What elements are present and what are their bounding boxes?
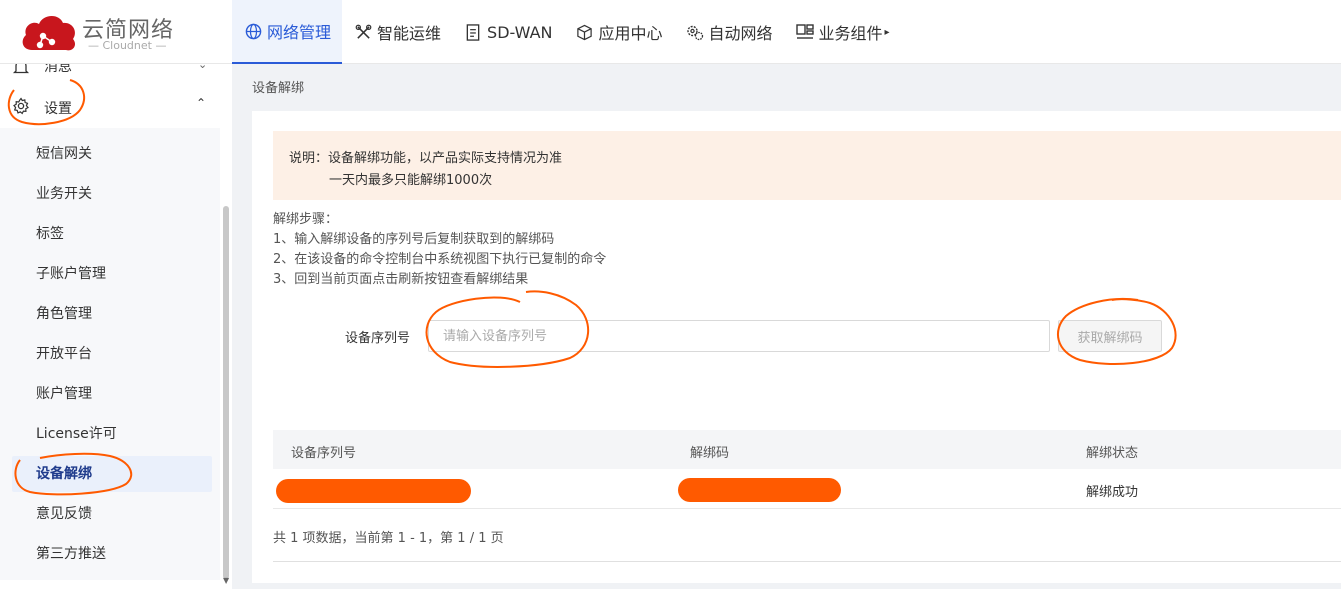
- cube-icon: [575, 22, 595, 42]
- top-nav: 网络管理 智能运维 SD-WAN 应用中心 自动网络 业务组件 ▸: [232, 0, 901, 64]
- step-3: 3、回到当前页面点击刷新按钮查看解绑结果: [273, 272, 529, 287]
- nav-smart-ops[interactable]: 智能运维: [342, 0, 452, 64]
- brand-subtitle: — Cloudnet —: [88, 39, 167, 52]
- serial-label: 设备序列号: [345, 331, 411, 346]
- notice-banner: 说明：设备解绑功能，以产品实际支持情况为准 一天内最多只能解绑1000次: [273, 131, 1341, 200]
- sidebar-item-third-party-push[interactable]: 第三方推送: [12, 536, 212, 572]
- unbind-steps: 解绑步骤： 1、输入解绑设备的序列号后复制获取到的解绑码 2、在该设备的命令控制…: [273, 210, 606, 290]
- scroll-down-arrow-icon[interactable]: ▼: [223, 576, 229, 585]
- sidebar-item-tags[interactable]: 标签: [12, 216, 212, 252]
- sidebar-group-settings[interactable]: 设置 ⌃: [0, 86, 220, 126]
- nav-label: 网络管理: [267, 23, 332, 42]
- top-header: 云简网络 — Cloudnet — 网络管理 智能运维 SD-WAN 应用中心 …: [0, 0, 1341, 64]
- sidebar-group-messages[interactable]: 消息 ⌄: [0, 64, 220, 82]
- nav-label: 业务组件: [818, 24, 883, 43]
- divider: [273, 561, 1341, 562]
- gears-icon: [685, 22, 705, 42]
- get-unbind-code-button[interactable]: 获取解绑码: [1058, 320, 1162, 352]
- breadcrumb: 设备解绑: [252, 81, 305, 96]
- sidebar-item-feedback[interactable]: 意见反馈: [12, 496, 212, 532]
- chevron-down-icon: ⌄: [198, 64, 208, 71]
- table-row: 解绑成功: [273, 469, 1341, 509]
- pagination-info: 共 1 项数据，当前第 1 - 1，第 1 / 1 页: [273, 531, 504, 546]
- sidebar-item-open-platform[interactable]: 开放平台: [12, 336, 212, 372]
- nav-business-components[interactable]: 业务组件 ▸: [784, 0, 901, 64]
- tools-icon: [353, 22, 373, 42]
- nav-auto-network[interactable]: 自动网络: [674, 0, 784, 64]
- sidebar-scrollbar[interactable]: [223, 206, 229, 579]
- document-icon: [463, 22, 483, 42]
- sidebar: 消息 ⌄ 设置 ⌃ 短信网关 业务开关 标签 子账户管理 角色管理 开放平台 账…: [0, 64, 232, 589]
- column-header-status: 解绑状态: [1086, 446, 1139, 461]
- nav-label: SD-WAN: [487, 22, 553, 42]
- sidebar-item-device-unbind[interactable]: 设备解绑: [12, 456, 212, 492]
- sidebar-item-license[interactable]: License许可: [12, 416, 212, 452]
- table-header: 设备序列号 解绑码 解绑状态: [273, 430, 1341, 469]
- globe-icon: [243, 21, 263, 41]
- settings-submenu: 短信网关 业务开关 标签 子账户管理 角色管理 开放平台 账户管理 Licens…: [0, 128, 220, 580]
- components-icon: [795, 22, 815, 42]
- serial-number-input[interactable]: [428, 320, 1050, 352]
- nav-label: 智能运维: [377, 24, 442, 43]
- column-header-code: 解绑码: [690, 446, 730, 461]
- sidebar-item-business-switch[interactable]: 业务开关: [12, 176, 212, 212]
- column-header-serial: 设备序列号: [291, 446, 357, 461]
- step-1: 1、输入解绑设备的序列号后复制获取到的解绑码: [273, 232, 555, 247]
- redacted-code: [678, 478, 841, 502]
- sidebar-item-sms-gateway[interactable]: 短信网关: [12, 136, 212, 172]
- gear-icon: [12, 97, 30, 119]
- nav-sd-wan[interactable]: SD-WAN: [452, 0, 563, 64]
- step-2: 2、在该设备的命令控制台中系统视图下执行已复制的命令: [273, 252, 607, 267]
- notice-line-2: 一天内最多只能解绑1000次: [329, 173, 493, 188]
- caret-right-icon: ▸: [884, 26, 890, 38]
- cloud-logo-icon: [22, 15, 76, 51]
- nav-label: 自动网络: [708, 24, 773, 43]
- nav-app-center[interactable]: 应用中心: [564, 0, 674, 64]
- sidebar-item-roles[interactable]: 角色管理: [12, 296, 212, 332]
- sidebar-item-account[interactable]: 账户管理: [12, 376, 212, 412]
- logo[interactable]: 云简网络 — Cloudnet —: [18, 8, 218, 56]
- sidebar-group-label: 设置: [44, 101, 72, 117]
- sidebar-group-label: 消息: [44, 64, 72, 75]
- notice-line-1: 说明：设备解绑功能，以产品实际支持情况为准: [289, 151, 563, 166]
- nav-network-management[interactable]: 网络管理: [232, 0, 343, 64]
- steps-title: 解绑步骤：: [273, 212, 339, 227]
- nav-label: 应用中心: [598, 24, 663, 43]
- sidebar-item-subaccounts[interactable]: 子账户管理: [12, 256, 212, 292]
- cell-status: 解绑成功: [1086, 485, 1139, 500]
- bell-icon: [12, 64, 30, 80]
- chevron-up-icon: ⌃: [196, 96, 207, 110]
- redacted-serial: [276, 479, 471, 503]
